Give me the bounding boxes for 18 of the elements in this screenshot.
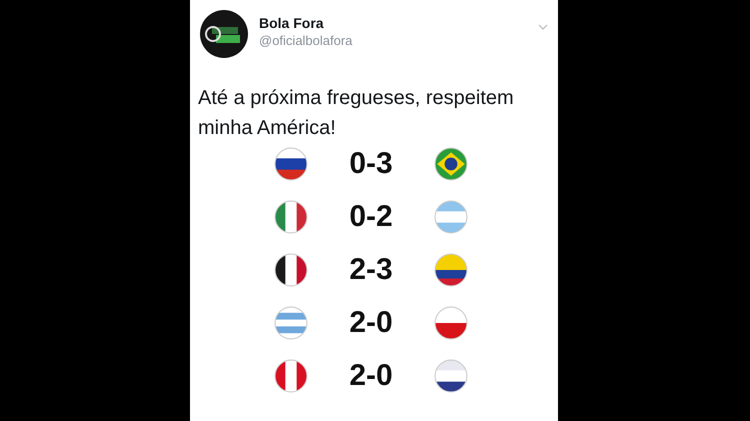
flag-icon xyxy=(274,306,308,340)
match-score: 2-0 xyxy=(348,306,394,340)
flag-icon xyxy=(434,200,468,234)
match-score: 2-3 xyxy=(348,253,394,287)
flag-icon xyxy=(434,306,468,340)
match-score: 0-2 xyxy=(348,200,394,234)
flag-icon xyxy=(274,253,308,287)
flag-icon xyxy=(274,359,308,393)
flag-icon xyxy=(434,359,468,393)
logo-icon[interactable] xyxy=(200,10,248,58)
flag-icon xyxy=(274,200,308,234)
author-name[interactable]: Bola Fora xyxy=(259,15,352,31)
flag-icon xyxy=(274,147,308,181)
tweet-text: Até a próxima fregueses, respeitem minha América! xyxy=(198,86,515,141)
flag-icon xyxy=(434,253,468,287)
flag-icon xyxy=(434,147,468,181)
match-score: 2-0 xyxy=(348,359,394,393)
match-score: 0-3 xyxy=(348,147,394,181)
